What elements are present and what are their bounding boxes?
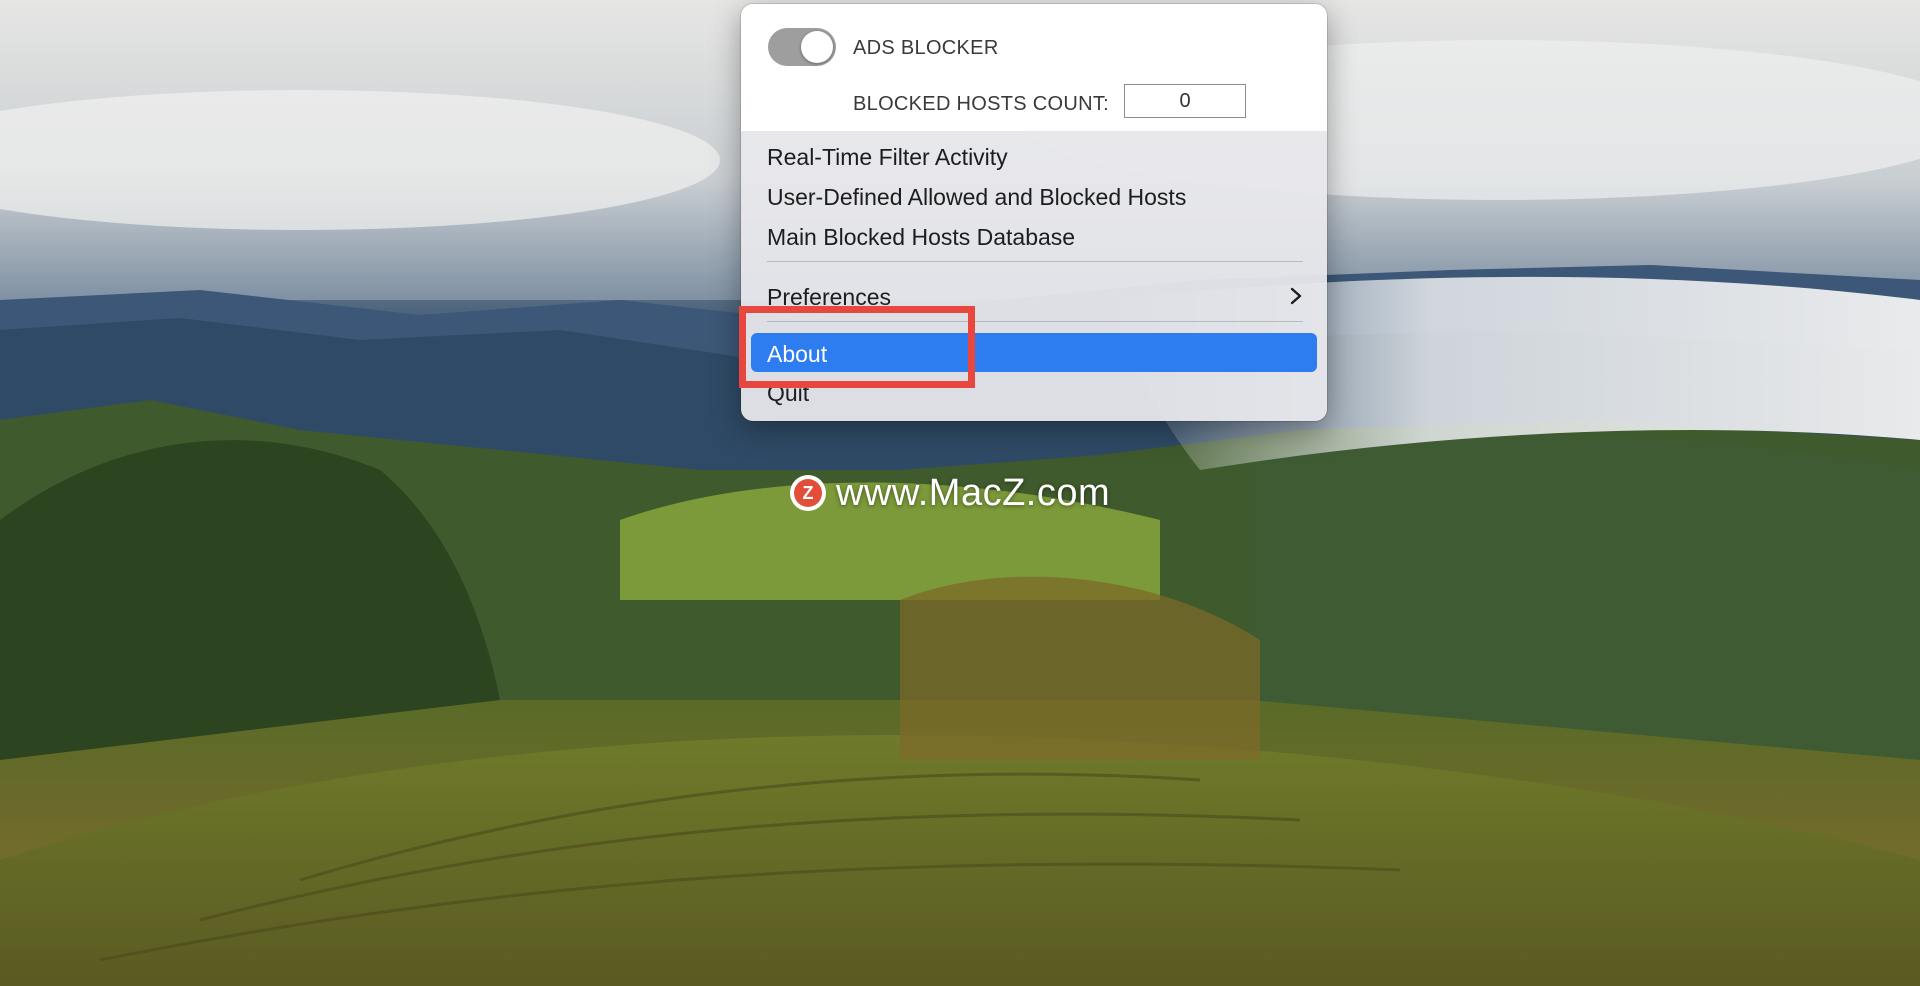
watermark-text: www.MacZ.com xyxy=(836,471,1111,514)
blocked-hosts-count-label: BLOCKED HOSTS COUNT: xyxy=(853,93,1110,115)
menu-item-about-label: About xyxy=(767,341,828,367)
toggle-knob xyxy=(801,31,833,63)
menu-header-panel: ADS BLOCKER BLOCKED HOSTS COUNT: xyxy=(741,4,1327,131)
menu-item-user-defined-hosts[interactable]: User-Defined Allowed and Blocked Hosts xyxy=(767,184,1186,211)
menu-separator xyxy=(767,261,1303,262)
menu-item-main-blocked-hosts-database[interactable]: Main Blocked Hosts Database xyxy=(767,224,1075,251)
blocked-hosts-count-field[interactable] xyxy=(1124,84,1246,118)
watermark: Z www.MacZ.com xyxy=(790,470,1110,516)
status-bar-menu: ADS BLOCKER BLOCKED HOSTS COUNT: Real-Ti… xyxy=(741,4,1327,421)
menu-item-real-time-filter-activity[interactable]: Real-Time Filter Activity xyxy=(767,144,1008,171)
watermark-logo: Z xyxy=(790,475,826,511)
ads-blocker-label: ADS BLOCKER xyxy=(853,37,999,59)
chevron-right-icon xyxy=(1290,287,1302,305)
watermark-logo-letter: Z xyxy=(794,479,822,507)
menu-item-quit[interactable]: Quit xyxy=(767,380,809,407)
menu-item-about[interactable] xyxy=(751,333,1317,372)
ads-blocker-toggle[interactable] xyxy=(768,28,836,66)
menu-separator xyxy=(767,321,1303,322)
menu-item-preferences[interactable]: Preferences xyxy=(767,284,891,311)
